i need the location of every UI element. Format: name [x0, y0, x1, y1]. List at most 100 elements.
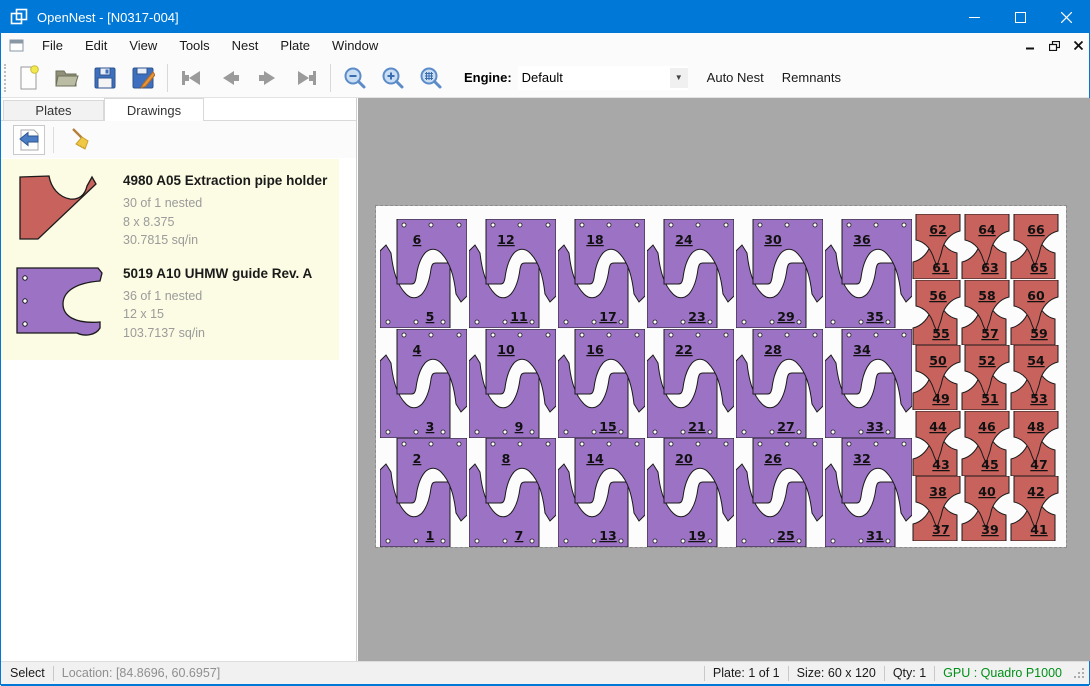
nest-tile[interactable]: 1413: [558, 438, 645, 547]
nest-tile[interactable]: 2625: [736, 438, 823, 547]
nest-tile[interactable]: 3433: [825, 329, 912, 438]
part-number: 7: [515, 528, 524, 543]
new-document-icon: [17, 65, 41, 91]
chevron-down-icon[interactable]: ▼: [670, 68, 688, 88]
nest-tile[interactable]: 1817: [558, 219, 645, 328]
close-button[interactable]: [1043, 1, 1089, 33]
part-number: 8: [502, 451, 511, 466]
drawing-item[interactable]: 4980 A05 Extraction pipe holder 30 of 1 …: [1, 165, 339, 258]
part-number: 3: [426, 419, 435, 434]
nest-tile[interactable]: 38 37: [912, 476, 961, 541]
part-number: 35: [866, 309, 883, 324]
nest-tile[interactable]: 2827: [736, 329, 823, 438]
toolbar-grip[interactable]: [4, 64, 10, 92]
nest-tile[interactable]: 5453: [1010, 345, 1059, 410]
nest-tile[interactable]: 5049: [912, 345, 961, 410]
resize-grip[interactable]: [1072, 666, 1086, 680]
engine-dropdown[interactable]: Default ▼: [518, 66, 688, 90]
nest-tile[interactable]: 5857: [961, 280, 1010, 345]
minimize-icon: [969, 12, 980, 23]
nest-tile[interactable]: 4241: [1010, 476, 1059, 541]
tab-drawings[interactable]: Drawings: [104, 98, 204, 121]
nest-tile[interactable]: 2423: [647, 219, 734, 328]
nest-tile[interactable]: 6463: [961, 214, 1010, 279]
part-number: 52: [978, 353, 995, 368]
clear-drawings-button[interactable]: [66, 125, 98, 155]
status-separator: [884, 666, 885, 681]
remnants-button[interactable]: Remnants: [773, 65, 850, 90]
nest-tile[interactable]: 3231: [825, 438, 912, 547]
save-as-button[interactable]: [126, 62, 160, 94]
tab-plates[interactable]: Plates: [3, 100, 104, 121]
part-number: 50: [929, 353, 947, 368]
nest-tile[interactable]: 1615: [558, 329, 645, 438]
nest-tile[interactable]: 6665: [1010, 214, 1059, 279]
nest-canvas[interactable]: 6543211211109871817161514132423222120193…: [358, 98, 1090, 661]
part-number: 38: [929, 484, 946, 499]
nest-tile[interactable]: 3029: [736, 219, 823, 328]
menu-nest[interactable]: Nest: [221, 34, 270, 57]
part-number: 17: [599, 309, 616, 324]
last-plate-button[interactable]: [289, 62, 323, 94]
nest-tile[interactable]: 87: [469, 438, 556, 547]
part-number: 13: [599, 528, 616, 543]
menu-bar: FileEditViewToolsNestPlateWindow: [1, 33, 1089, 58]
part-number: 12: [497, 232, 514, 247]
next-plate-button[interactable]: [251, 62, 285, 94]
zoom-in-button[interactable]: [376, 62, 410, 94]
nest-tile[interactable]: 2221: [647, 329, 734, 438]
save-button[interactable]: [88, 62, 122, 94]
nest-tile[interactable]: 4039: [961, 476, 1010, 541]
nest-tile[interactable]: 2019: [647, 438, 734, 547]
nest-tile[interactable]: 43: [380, 329, 467, 438]
status-bar: Select Location: [84.8696, 60.6957] Plat…: [1, 661, 1089, 684]
nest-tile[interactable]: 12 11: [469, 219, 556, 328]
engine-value: Default: [518, 70, 670, 85]
part-number: 11: [510, 309, 527, 324]
part-number: 5: [426, 309, 435, 324]
part-number: 46: [978, 419, 996, 434]
previous-plate-button[interactable]: [213, 62, 247, 94]
first-plate-button[interactable]: [175, 62, 209, 94]
part-number: 37: [932, 522, 949, 537]
minimize-button[interactable]: [951, 1, 997, 33]
nest-tile[interactable]: 65: [380, 219, 467, 328]
return-parts-button[interactable]: [13, 125, 45, 155]
part-number: 26: [764, 451, 782, 466]
sidebar: Plates Drawings: [1, 98, 357, 661]
menu-edit[interactable]: Edit: [74, 34, 118, 57]
part-number: 64: [978, 222, 996, 237]
toolbar-separator: [330, 64, 331, 92]
menu-tools[interactable]: Tools: [168, 34, 220, 57]
nest-tile[interactable]: 4645: [961, 411, 1010, 476]
drawing-item[interactable]: 5019 A10 UHMW guide Rev. A 36 of 1 neste…: [1, 258, 339, 351]
main-toolbar: Engine: Default ▼ Auto Nest Remnants: [1, 58, 1089, 98]
menu-plate[interactable]: Plate: [269, 34, 321, 57]
maximize-button[interactable]: [997, 1, 1043, 33]
nest-tile[interactable]: 4443: [912, 411, 961, 476]
part-number: 10: [497, 342, 515, 357]
nest-tile[interactable]: 36 35: [825, 219, 912, 328]
part-number: 44: [929, 419, 947, 434]
nest-tile[interactable]: 6059: [1010, 280, 1059, 345]
nest-tile[interactable]: 5251: [961, 345, 1010, 410]
menu-file[interactable]: File: [31, 34, 74, 57]
zoom-out-button[interactable]: [338, 62, 372, 94]
mdi-minimize-icon[interactable]: [1026, 41, 1035, 50]
nest-tile[interactable]: 6261: [912, 214, 961, 279]
menu-window[interactable]: Window: [321, 34, 389, 57]
open-button[interactable]: [50, 62, 84, 94]
new-button[interactable]: [12, 62, 46, 94]
mdi-close-icon[interactable]: [1074, 41, 1083, 50]
nest-tile[interactable]: 4847: [1010, 411, 1059, 476]
nest-tile[interactable]: 5655: [912, 280, 961, 345]
auto-nest-button[interactable]: Auto Nest: [698, 65, 773, 90]
nest-tile[interactable]: 21: [380, 438, 467, 547]
menu-view[interactable]: View: [118, 34, 168, 57]
status-separator: [704, 666, 705, 681]
zoom-fit-button[interactable]: [414, 62, 448, 94]
nest-tile[interactable]: 109: [469, 329, 556, 438]
part-number: 22: [675, 342, 692, 357]
mdi-restore-icon[interactable]: [1049, 41, 1060, 51]
part-number: 36: [853, 232, 871, 247]
